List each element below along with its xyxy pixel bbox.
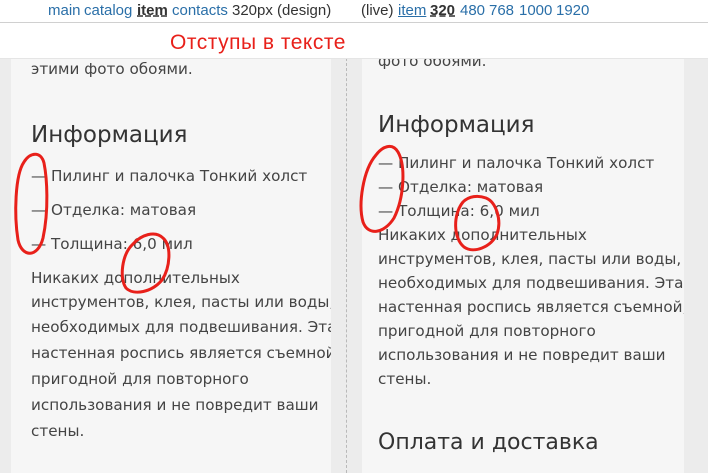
preview-toolbar: main catalog item contacts 320px (design… (0, 0, 708, 23)
annotation-bar: Отступы в тексте (0, 23, 708, 58)
list-item: — Пилинг и палочка Тонкий холст (31, 167, 308, 185)
info-heading: Информация (378, 112, 535, 138)
annotation-title: Отступы в тексте (170, 31, 346, 54)
size-480-link[interactable]: 480 (460, 0, 485, 22)
size-1920-link[interactable]: 1920 (556, 0, 589, 22)
paragraph-line: Никаких дополнительных (378, 226, 587, 244)
list-item: — Отделка: матовая (378, 178, 544, 196)
paragraph-line: пригодной для повторного (31, 370, 249, 388)
paragraph-line: использования и не повредит ваши (378, 346, 666, 364)
top-text-fragment: этими фото обоями. (31, 60, 193, 78)
left-preview-panel: этими фото обоями. Информация — Пилинг и… (11, 58, 331, 473)
size-1000-link[interactable]: 1000 (519, 0, 552, 22)
panel-divider (346, 58, 347, 473)
paragraph-line: пригодной для повторного (378, 322, 596, 340)
list-item: — Толщина: 6,0 мил (31, 235, 193, 253)
nav-link-main[interactable]: main (48, 0, 81, 22)
preview-canvas: этими фото обоями. Информация — Пилинг и… (0, 58, 708, 473)
paragraph-line: необходимых для подвешивания. Эта (378, 274, 684, 292)
live-item-link[interactable]: item (398, 0, 426, 22)
paragraph-line: необходимых для подвешивания. Эта (31, 318, 331, 336)
list-item: — Пилинг и палочка Тонкий холст (378, 154, 655, 172)
nav-link-contacts[interactable]: contacts (172, 0, 228, 22)
info-heading: Информация (31, 122, 188, 148)
top-text-fragment: фото обоями. (378, 58, 487, 70)
list-item: — Отделка: матовая (31, 201, 197, 219)
live-label: (live) (361, 2, 394, 19)
nav-link-catalog[interactable]: catalog (84, 0, 132, 22)
list-item: — Толщина: 6,0 мил (378, 202, 540, 220)
paragraph-line: настенная роспись является съемной, (378, 298, 684, 316)
paragraph-line: стены. (31, 422, 85, 440)
paragraph-line: настенная роспись является съемной, (31, 344, 331, 362)
design-width-label: 320px (design) (232, 2, 332, 19)
paragraph-line: Никаких дополнительных (31, 269, 240, 287)
paragraph-line: использования и не повредит ваши (31, 396, 319, 414)
nav-link-item-current[interactable]: item (137, 0, 168, 22)
size-768-link[interactable]: 768 (489, 0, 514, 22)
paragraph-line: инструментов, клея, пасты или воды, (378, 250, 682, 268)
right-preview-panel: фото обоями. Информация — Пилинг и палоч… (362, 58, 684, 473)
paragraph-line: инструментов, клея, пасты или воды, (31, 293, 331, 311)
size-320-current[interactable]: 320 (430, 0, 455, 22)
delivery-heading: Оплата и доставка (378, 430, 599, 455)
paragraph-line: стены. (378, 370, 432, 388)
